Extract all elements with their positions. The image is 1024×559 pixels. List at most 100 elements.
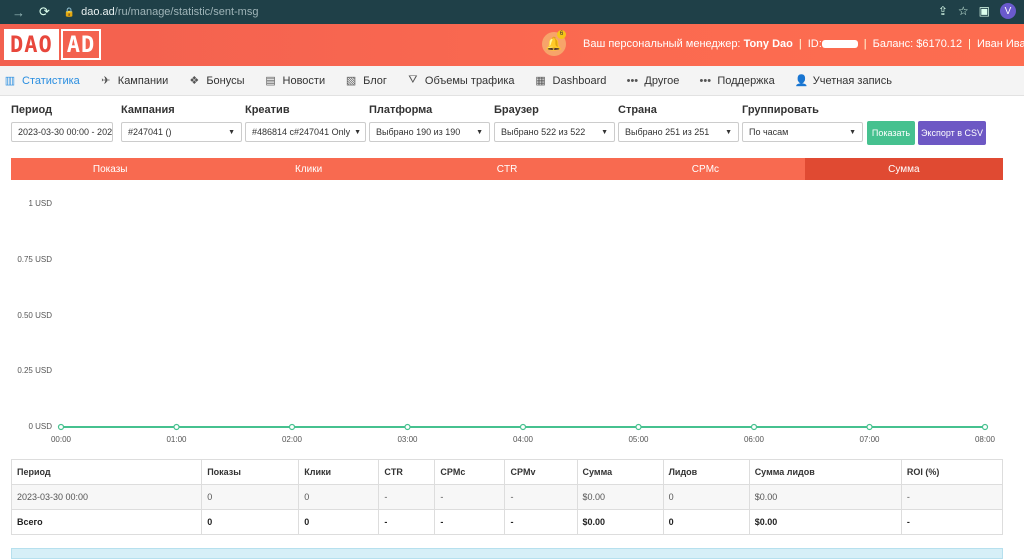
tab-cpmc[interactable]: CPMc [606,158,804,180]
road-icon: ⛛ [408,74,418,86]
table-cell: - [434,484,506,510]
tab-impressions[interactable]: Показы [11,158,209,180]
balance: Баланс: $6170.12 [872,38,963,50]
menu-item-bonuses[interactable]: ❖ Бонусы [188,66,244,96]
x-tick-label: 06:00 [743,435,765,444]
x-tick-label: 00:00 [50,435,72,444]
user-icon: 👤 [794,75,809,87]
column-header[interactable]: Показы [201,459,300,485]
x-tick-label: 05:00 [628,435,649,444]
column-header[interactable]: CPMv [504,459,578,485]
filter-platform: Платформа Выбрано 190 из 190 ▼ [369,104,490,142]
tab-clicks[interactable]: Клики [209,158,407,180]
stats-table: Период Показы Клики CTR CPMc CPMv Сумма Лидов Су… [10,459,1004,535]
separator: | [863,38,867,50]
platform-select[interactable]: Выбрано 190 из 190 ▼ [369,122,490,142]
url-host: dao.ad [81,6,115,18]
x-tick-label: 01:00 [166,435,187,444]
tab-sum[interactable]: Сумма [804,158,1004,180]
creative-select[interactable]: #486814 c#247041 Only ▼ [245,122,366,142]
y-tick-label: 1 USD [28,199,52,208]
menu-item-statistics[interactable]: ▥ Статистика [4,66,80,96]
forward-arrow-icon[interactable]: → [12,5,25,20]
table-cell: 2023-03-30 00:00 [10,484,203,510]
data-point[interactable] [57,423,65,431]
table-cell: $0.00 [576,509,664,535]
x-tick-label: 03:00 [397,435,418,444]
site-header: DAO AD 🔔 6 Ваш персональный менеджер: To… [0,24,1024,66]
data-point[interactable] [866,423,873,431]
separator: | [798,38,802,50]
metric-tabs: Показы Клики CTR CPMc Сумма [11,158,1004,180]
news-icon: ▤ [265,75,276,87]
data-point[interactable] [519,423,527,431]
chart-svg [57,423,989,431]
notification-badge: 6 [557,30,566,39]
table-cell: 0 [201,484,300,510]
menu-item-news[interactable]: ▤ Новости [265,66,325,96]
table-cell: Всего [10,509,203,535]
table-cell: 0 [298,509,380,535]
lock-icon: 🔒 [63,6,76,17]
period-input[interactable]: 2023-03-30 00:00 - 202 [11,122,113,142]
column-header[interactable]: ROI (%) [900,459,1004,485]
table-cell: $0.00 [576,484,664,510]
logo[interactable]: DAO AD [4,29,102,60]
data-point[interactable] [288,423,296,431]
dots-icon: ••• [699,74,712,87]
address-bar[interactable]: 🔒 dao.ad/ru/manage/statistic/sent-msg [64,6,259,18]
column-header[interactable]: Сумма [576,459,664,485]
profile-avatar[interactable]: V [1000,3,1016,19]
table-cell: $0.00 [748,484,902,510]
table-cell: - [378,509,436,535]
filter-campaign: Кампания #247041 () ▼ [121,104,242,142]
filter-group: Группировать По часам ▼ [742,104,863,142]
chart-icon: ▥ [4,75,16,87]
y-tick-label: 0.50 USD [17,310,52,320]
browser-select[interactable]: Выбрано 522 из 522 ▼ [494,122,615,142]
menu-item-blog[interactable]: ▧ Блог [345,66,387,96]
table-cell: - [900,509,1004,535]
table-total-row: Всего 0 0- - - $0.00 0 $0.00- [10,509,1004,535]
table-cell: 0 [662,484,750,510]
sidebar-icon[interactable]: ▣ [979,4,990,18]
table-cell: $0.00 [748,509,902,535]
column-header[interactable]: CPMc [434,459,506,485]
reload-icon[interactable]: ⟳ [39,4,50,20]
group-select[interactable]: По часам ▼ [742,122,863,142]
show-button[interactable]: Показать [867,121,915,145]
star-icon[interactable]: ☆ [958,4,969,18]
y-tick-label: 0 USD [28,422,52,431]
menu-item-dashboard[interactable]: ▦ Dashboard [535,66,606,96]
menu-item-campaigns[interactable]: ✈ Кампании [100,66,168,96]
table-cell: 0 [201,509,300,535]
menu-item-account[interactable]: 👤 Учетная запись [795,66,892,96]
column-header[interactable]: Период [10,459,203,485]
dashboard-icon: ▦ [535,75,546,87]
menu-item-support[interactable]: ••• Поддержка [699,66,775,96]
data-point[interactable] [750,423,758,431]
table-row: 2023-03-30 00:00 0 0- - - $0.00 0 $0.00- [10,484,1004,510]
column-header[interactable]: CTR [378,459,436,485]
menu-item-other[interactable]: ••• Другое [626,66,680,96]
manager-info: Ваш персональный менеджер: Tony Dao [583,38,793,50]
menu-item-traffic[interactable]: ⛛ Объемы трафика [407,66,514,96]
campaign-select[interactable]: #247041 () ▼ [121,122,242,142]
column-header[interactable]: Клики [298,459,380,485]
y-tick-label: 0.75 USD [17,254,52,264]
main-menu: ▥ Статистика ✈ Кампании ❖ Бонусы ▤ Новости ▧… [0,66,1024,96]
column-header[interactable]: Лидов [662,459,750,485]
data-point[interactable] [404,423,411,431]
user-name[interactable]: Иван Иванов [977,38,1024,50]
x-tick-label: 04:00 [512,435,534,444]
export-csv-button[interactable]: Экспорт в CSV [918,121,986,145]
data-point[interactable] [981,423,989,431]
share-icon[interactable]: ⇪ [938,4,948,18]
tab-ctr[interactable]: CTR [408,158,606,180]
country-select[interactable]: Выбрано 251 из 251 ▼ [618,122,739,142]
column-header[interactable]: Сумма лидов [748,459,902,485]
browser-toolbar: → ⟳ 🔒 dao.ad/ru/manage/statistic/sent-ms… [0,0,1024,24]
table-cell: - [504,509,578,535]
data-point[interactable] [635,423,642,431]
data-point[interactable] [173,423,180,431]
